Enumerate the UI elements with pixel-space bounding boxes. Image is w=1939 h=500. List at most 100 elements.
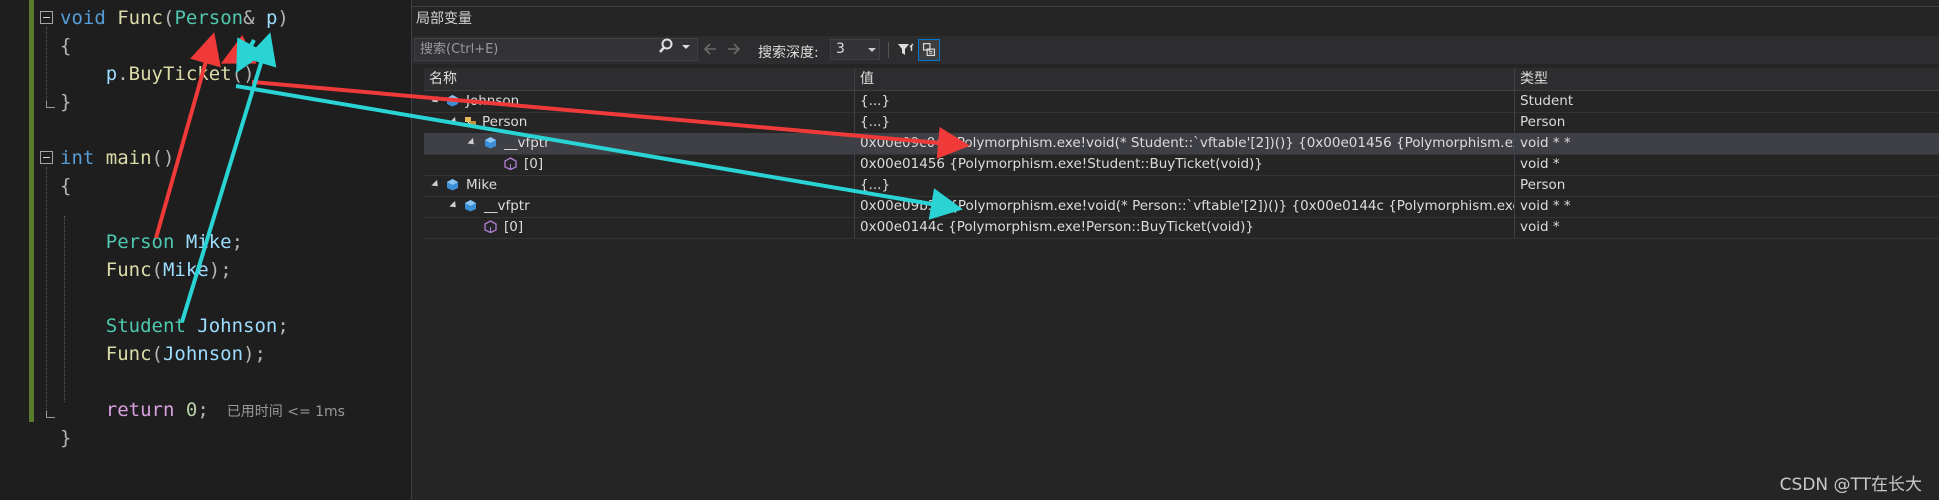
indent-guide xyxy=(46,167,47,415)
search-depth-select[interactable]: 3 xyxy=(830,39,880,60)
locals-row-mike[interactable]: Mike {...} Person xyxy=(424,175,1939,197)
column-header-type[interactable]: 类型 xyxy=(1514,68,1939,90)
code-line[interactable]: return 0; 已用时间 <= 1ms xyxy=(60,398,345,424)
locals-window[interactable]: 局部变量 搜索(Ctrl+E) 搜索深度: 3 名称 值 类型 Johnson … xyxy=(411,0,1939,500)
code-token: ) xyxy=(277,7,289,29)
name-cell: Mike xyxy=(424,175,854,196)
object-icon xyxy=(447,95,458,107)
column-header-name[interactable]: 名称 xyxy=(424,68,854,90)
code-token: } xyxy=(60,91,72,113)
base-class-icon xyxy=(465,117,476,126)
code-line[interactable]: { xyxy=(60,174,71,198)
code-token: ; xyxy=(277,315,289,337)
code-line[interactable]: Person Mike; xyxy=(60,230,243,254)
toolbar-separator xyxy=(888,42,889,58)
elapsed-time-hint: 已用时间 <= 1ms xyxy=(226,404,345,420)
forward-arrow-icon[interactable] xyxy=(726,40,742,58)
column-header-value[interactable]: 值 xyxy=(854,68,1514,90)
value-cell[interactable]: 0x00e0144c {Polymorphism.exe!Person::Buy… xyxy=(854,217,1514,238)
code-token: ( xyxy=(151,343,163,365)
code-token: Func xyxy=(105,343,152,365)
code-line[interactable]: Student Johnson; xyxy=(60,314,289,338)
code-line[interactable]: Func(Johnson); xyxy=(60,342,266,366)
code-line[interactable]: Func(Mike); xyxy=(60,258,232,282)
code-token: ; xyxy=(197,399,209,421)
variable-name: __vfptr xyxy=(504,135,550,151)
view-toggle-icon[interactable] xyxy=(918,39,940,61)
code-line[interactable]: void Func(Person& p) xyxy=(60,6,289,30)
locals-row-mike-vtable-entry[interactable]: [0] 0x00e0144c {Polymorphism.exe!Person:… xyxy=(424,217,1939,239)
fold-end-marker xyxy=(46,101,55,108)
name-cell: [0] xyxy=(424,217,854,238)
code-line[interactable]: } xyxy=(60,90,71,114)
code-line[interactable]: { xyxy=(60,34,71,58)
collapse-main-icon[interactable] xyxy=(40,151,53,164)
type-cell: void * * xyxy=(1514,196,1939,217)
collapse-func-icon[interactable] xyxy=(40,11,53,24)
locals-row-johnson[interactable]: Johnson {...} Student xyxy=(424,91,1939,113)
search-input[interactable]: 搜索(Ctrl+E) xyxy=(414,38,698,61)
code-token: Johnson xyxy=(197,315,278,337)
value-cell[interactable]: 0x00e01456 {Polymorphism.exe!Student::Bu… xyxy=(854,154,1514,175)
code-editor[interactable]: void Func(Person& p) { p.BuyTicket()} int … xyxy=(0,0,408,500)
code-token: return xyxy=(105,399,175,421)
value-cell[interactable]: 0x00e09c04 {Polymorphism.exe!void(* Stud… xyxy=(854,133,1514,154)
method-icon xyxy=(504,157,517,170)
code-token: Mike xyxy=(185,231,232,253)
type-cell: Person xyxy=(1514,175,1939,196)
search-icon[interactable] xyxy=(658,38,674,55)
code-token: () xyxy=(231,63,255,85)
code-token: ); xyxy=(208,259,232,281)
locals-grid-header: 名称 值 类型 xyxy=(424,68,1939,91)
code-token: p xyxy=(105,63,118,85)
chevron-down-icon xyxy=(868,48,876,52)
locals-row-johnson-vfptr[interactable]: __vfptr 0x00e09c04 {Polymorphism.exe!voi… xyxy=(424,133,1939,155)
code-token: () xyxy=(151,147,175,169)
expand-arrow-icon[interactable] xyxy=(431,179,441,190)
variable-name: [0] xyxy=(504,219,524,235)
value-cell[interactable]: {...} xyxy=(854,91,1514,112)
type-cell: void * xyxy=(1514,217,1939,238)
locals-row-mike-vfptr[interactable]: __vfptr 0x00e09b34 {Polymorphism.exe!voi… xyxy=(424,196,1939,218)
code-token: & xyxy=(243,7,266,29)
name-cell: __vfptr xyxy=(424,196,854,217)
expand-arrow-icon[interactable] xyxy=(431,95,441,106)
method-icon xyxy=(484,220,497,233)
code-token: { xyxy=(60,35,72,57)
code-token: int xyxy=(60,147,95,169)
locals-row-johnson-person[interactable]: Person {...} Person xyxy=(424,112,1939,134)
expand-arrow-icon[interactable] xyxy=(467,137,477,148)
code-token: void xyxy=(60,7,106,29)
value-cell[interactable]: {...} xyxy=(854,175,1514,196)
back-arrow-icon[interactable] xyxy=(702,40,718,58)
expand-arrow-icon[interactable] xyxy=(449,200,459,211)
variable-name: [0] xyxy=(524,156,544,172)
variable-name: __vfptr xyxy=(484,198,530,214)
expand-arrow-icon[interactable] xyxy=(449,116,459,127)
variable-name: Mike xyxy=(466,177,498,193)
name-cell: Person xyxy=(424,112,854,133)
change-tracking-bar xyxy=(29,0,34,422)
code-line[interactable]: } xyxy=(60,426,71,450)
locals-row-johnson-vtable-entry[interactable]: [0] 0x00e01456 {Polymorphism.exe!Student… xyxy=(424,154,1939,176)
filter-icon[interactable] xyxy=(894,39,916,61)
value-cell[interactable]: 0x00e09b34 {Polymorphism.exe!void(* Pers… xyxy=(854,196,1514,217)
code-line[interactable]: int main() xyxy=(60,146,174,170)
code-token: Func xyxy=(105,259,152,281)
object-icon xyxy=(447,179,458,191)
code-line[interactable]: p.BuyTicket() xyxy=(60,62,255,86)
object-icon xyxy=(465,200,476,212)
code-token: Func xyxy=(117,7,163,29)
name-cell: [0] xyxy=(424,154,854,175)
code-token: p xyxy=(265,7,278,29)
search-dropdown-icon[interactable] xyxy=(680,38,692,55)
code-token: ( xyxy=(151,259,163,281)
value-cell[interactable]: {...} xyxy=(854,112,1514,133)
code-token: Student xyxy=(105,315,186,337)
